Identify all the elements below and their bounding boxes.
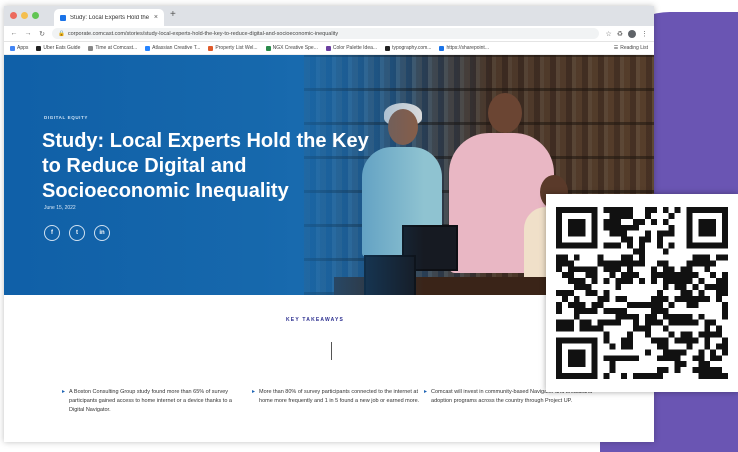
bookmark-label: NGX Creative Spe...: [272, 45, 318, 51]
url-text: corporate.comcast.com/stories/study-loca…: [67, 30, 339, 37]
profile-avatar[interactable]: [628, 29, 636, 38]
forward-icon[interactable]: →: [24, 30, 32, 37]
bullet-icon: ▸: [424, 389, 428, 395]
bookmark-label: Color Palette Idea...: [332, 45, 378, 51]
extensions-icon[interactable]: ♻: [617, 30, 623, 38]
menu-kebab-icon[interactable]: ⋮: [641, 30, 648, 38]
maximize-window-button[interactable]: [32, 12, 39, 19]
bookmark-favicon-icon: [325, 45, 331, 51]
minimize-window-button[interactable]: [21, 12, 28, 19]
person-head: [488, 93, 522, 133]
takeaway-item: ▸ A Boston Consulting Group study found …: [62, 388, 232, 415]
browser-tab[interactable]: Study: Local Experts Hold the ... ×: [54, 9, 164, 26]
close-window-button[interactable]: [10, 12, 17, 19]
bookmark-item[interactable]: typography.com...: [385, 45, 431, 51]
bookmark-item[interactable]: Uber Eats Guide: [36, 45, 80, 51]
bookmark-favicon-icon: [439, 45, 445, 51]
bookmark-label: typography.com...: [392, 45, 432, 51]
hero-eyebrow: DIGITAL EQUITY: [44, 115, 88, 120]
address-bar[interactable]: 🔒 corporate.comcast.com/stories/study-lo…: [52, 28, 600, 39]
tab-bar: Study: Local Experts Hold the ... × +: [4, 6, 654, 26]
bullet-icon: ▸: [252, 389, 256, 395]
bookmark-favicon-icon: [88, 45, 94, 51]
qr-code[interactable]: [556, 207, 728, 379]
bookmark-label: Property List Wel...: [215, 45, 258, 51]
favicon-icon: [60, 14, 66, 21]
bookmark-label: Time at Comcast...: [95, 45, 138, 51]
bookmark-label: Apps: [17, 45, 29, 51]
lock-icon: 🔒: [58, 30, 65, 37]
bookmark-favicon-icon: [36, 45, 42, 51]
qr-code-card: [546, 194, 738, 392]
bookmark-item[interactable]: Property List Wel...: [208, 45, 258, 51]
bookmark-item[interactable]: Time at Comcast...: [88, 45, 137, 51]
bookmark-favicon-icon: [10, 45, 15, 51]
key-takeaways-heading: KEY TAKEAWAYS: [286, 317, 345, 323]
article-date: June 15, 2022: [44, 205, 76, 211]
bookmark-favicon-icon: [208, 45, 214, 51]
bookmark-label: Uber Eats Guide: [43, 45, 81, 51]
divider-line: [331, 342, 332, 360]
takeaway-item: ▸ More than 80% of survey participants c…: [252, 388, 422, 406]
reload-icon[interactable]: ↻: [38, 30, 46, 38]
bookmarks-bar: Apps Uber Eats Guide Time at Comcast... Atl…: [4, 42, 654, 55]
bookmark-star-icon[interactable]: ☆: [605, 30, 611, 38]
twitter-share-icon[interactable]: t: [69, 225, 85, 241]
bullet-icon: ▸: [62, 389, 66, 395]
browser-toolbar: ← → ↻ 🔒 corporate.comcast.com/stories/st…: [4, 26, 654, 42]
takeaway-text: More than 80% of survey participants con…: [259, 389, 420, 404]
bookmark-item[interactable]: Atlassian Creative T...: [145, 45, 200, 51]
toolbar-actions: ☆ ♻ ⋮: [605, 29, 648, 38]
tab-close-icon[interactable]: ×: [154, 14, 158, 21]
takeaway-text: A Boston Consulting Group study found mo…: [69, 389, 232, 413]
new-tab-button[interactable]: +: [170, 9, 176, 20]
bookmark-item[interactable]: Apps: [10, 45, 28, 51]
facebook-share-icon[interactable]: f: [44, 225, 60, 241]
reading-list-icon: ☰: [613, 45, 619, 51]
bookmark-label: Atlassian Creative T...: [152, 45, 201, 51]
linkedin-share-icon[interactable]: in: [94, 225, 110, 241]
bookmark-favicon-icon: [265, 45, 271, 51]
bookmark-favicon-icon: [385, 45, 391, 51]
reading-list-label: Reading List: [620, 45, 648, 51]
window-controls: [10, 12, 39, 19]
bookmark-item[interactable]: https://sharepoint...: [439, 45, 489, 51]
bookmark-item[interactable]: NGX Creative Spe...: [265, 45, 318, 51]
reading-list-item[interactable]: ☰ Reading List: [614, 45, 648, 51]
social-share: f t in: [44, 225, 110, 241]
bookmark-favicon-icon: [145, 45, 151, 51]
article-title: Study: Local Experts Hold the Key to Red…: [42, 130, 369, 202]
back-icon[interactable]: ←: [10, 30, 18, 37]
tab-title: Study: Local Experts Hold the ...: [70, 14, 150, 21]
bookmark-item[interactable]: Color Palette Idea...: [325, 45, 378, 51]
bookmark-label: https://sharepoint...: [446, 45, 489, 51]
